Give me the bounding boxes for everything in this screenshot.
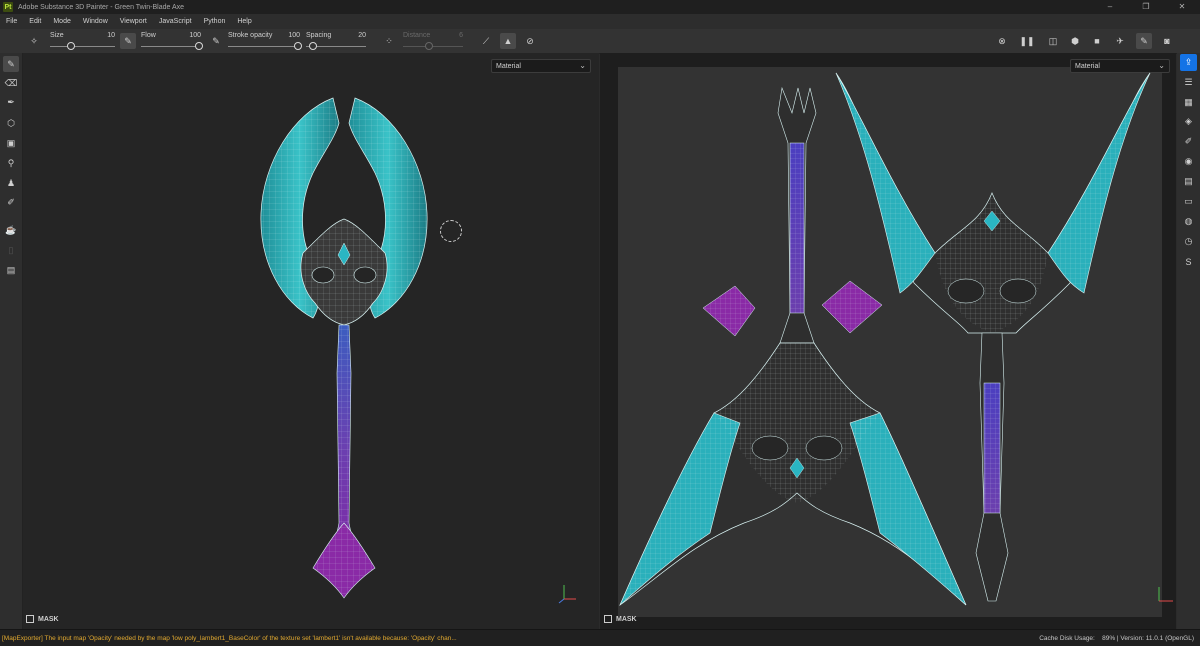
status-info: Cache Disk Usage: 89% | Version: 11.0.1 … [1039, 635, 1194, 642]
screenshot-icon[interactable]: ◙ [1159, 33, 1175, 49]
camera-icon[interactable]: ■ [1089, 33, 1105, 49]
pressure-flow-icon[interactable]: ✎ [208, 33, 224, 49]
menu-edit[interactable]: Edit [23, 18, 47, 25]
viewport-3d-mask-label: MASK [38, 615, 59, 623]
size-slider-track[interactable] [50, 46, 115, 47]
layers-icon[interactable]: ◈ [1180, 113, 1197, 130]
clone-stamp-icon[interactable]: ♟ [3, 175, 19, 191]
size-value[interactable]: 10 [95, 32, 115, 39]
mask-checkbox-icon [604, 615, 612, 623]
minimize-button[interactable]: – [1092, 0, 1128, 14]
display-settings-icon[interactable]: ◉ [1180, 153, 1197, 170]
menu-help[interactable]: Help [231, 18, 257, 25]
viewport-3d[interactable]: Material ⌄ MASK [23, 53, 599, 629]
menu-mode[interactable]: Mode [47, 18, 77, 25]
maximize-button[interactable]: ❐ [1128, 0, 1164, 14]
stroke-opacity-label: Stroke opacity [228, 32, 273, 39]
distance-slider-track [403, 46, 463, 47]
flow-value[interactable]: 100 [180, 32, 201, 39]
substance-icon[interactable]: S [1180, 253, 1197, 270]
backface-culling-icon[interactable]: ⊘ [522, 33, 538, 49]
menu-file[interactable]: File [0, 18, 23, 25]
viewport-2d[interactable]: Material ⌄ MASK [600, 53, 1176, 629]
flow-label: Flow [141, 32, 156, 39]
menu-python[interactable]: Python [198, 18, 232, 25]
flow-slider-track[interactable] [141, 46, 201, 47]
tool-properties-bar: ✧ Size 10 ✎ Flow 100 ✎ Stroke opacity 10… [0, 29, 1200, 54]
cache-version-value: 89% | Version: 11.0.1 (OpenGL) [1102, 634, 1194, 642]
symmetry-icon[interactable]: ✧ [26, 33, 42, 49]
properties-icon[interactable]: ✐ [1180, 133, 1197, 150]
viewport-2d-mask-toggle[interactable]: MASK [604, 615, 637, 623]
mask-checkbox-icon [26, 615, 34, 623]
smudge-icon[interactable]: ⚲ [3, 155, 19, 171]
close-button[interactable]: ✕ [1164, 0, 1200, 14]
lazy-mouse-icon[interactable]: ⁘ [381, 33, 397, 49]
panel-dock-bar: ⇪ ☰ ▦ ◈ ✐ ◉ ▤ ▭ ◍ ◷ S [1177, 53, 1200, 629]
geometry-mask-icon[interactable]: ▣ [3, 135, 19, 151]
stroke-opacity-slider-knob[interactable] [294, 42, 302, 50]
pause-icon[interactable]: ❚❚ [1019, 33, 1035, 49]
render-icon[interactable]: ✈ [1112, 33, 1128, 49]
tool-shelf: ✎ ⌫ ✒ ⬡ ▣ ⚲ ♟ ✐ ☕ ▯ ▤ [0, 53, 23, 629]
size-label: Size [50, 32, 64, 39]
assets-icon[interactable]: ▭ [1180, 193, 1197, 210]
environment-icon[interactable]: ◍ [1180, 213, 1197, 230]
distance-slider-knob [425, 42, 433, 50]
polygon-fill-icon[interactable]: ⬡ [3, 115, 19, 131]
paint-mode-icon[interactable]: ✎ [1136, 33, 1152, 49]
export-icon[interactable]: ⇪ [1180, 54, 1197, 71]
title-bar: Pt Adobe Substance 3D Painter - Green Tw… [0, 0, 1200, 14]
uv-layout [619, 72, 1151, 607]
texture-set-list-icon[interactable]: ▦ [1180, 94, 1197, 111]
viewport-split-icon[interactable]: ◫ [1045, 33, 1061, 49]
window-controls: – ❐ ✕ [1092, 0, 1200, 14]
texture-set-icon[interactable]: ▤ [3, 262, 19, 278]
size-slider-knob[interactable] [67, 42, 75, 50]
viewport-2d-mask-label: MASK [616, 615, 637, 623]
app-logo-icon: Pt [3, 2, 13, 12]
flow-slider-knob[interactable] [195, 42, 203, 50]
menu-viewport[interactable]: Viewport [114, 18, 153, 25]
menu-window[interactable]: Window [77, 18, 114, 25]
disabled-tool-icon: ▯ [8, 244, 14, 255]
axe-3d-model [260, 97, 428, 599]
bake-icon[interactable]: ☕ [3, 222, 19, 238]
paint-brush-icon[interactable]: ✎ [3, 56, 19, 72]
axis-gizmo-icon [558, 585, 576, 604]
pressure-size-icon[interactable]: ✎ [120, 33, 136, 49]
status-bar: [MapExporter] The input map 'Opacity' ne… [0, 629, 1200, 646]
distance-value: 6 [459, 32, 463, 39]
cache-label: Cache Disk Usage: [1039, 634, 1095, 642]
viewer-settings-icon[interactable]: ▤ [1180, 173, 1197, 190]
eraser-icon[interactable]: ⌫ [3, 75, 19, 91]
stroke-opacity-slider-track[interactable] [228, 46, 300, 47]
spacing-value[interactable]: 20 [346, 32, 366, 39]
camera-link-icon[interactable]: ⊗ [994, 33, 1010, 49]
spacing-label: Spacing [306, 32, 332, 39]
fill-projection-icon[interactable]: ▲ [500, 33, 516, 49]
material-picker-icon[interactable]: ✐ [3, 194, 19, 210]
window-title: Adobe Substance 3D Painter - Green Twin-… [18, 3, 185, 11]
menu-javascript[interactable]: JavaScript [153, 18, 198, 25]
status-message[interactable]: [MapExporter] The input map 'Opacity' ne… [2, 635, 457, 642]
stroke-opacity-value[interactable]: 100 [280, 32, 300, 39]
history-icon[interactable]: ◷ [1180, 233, 1197, 250]
brush-cursor [440, 220, 462, 242]
line-mode-icon[interactable]: ⟋ [478, 33, 494, 49]
distance-label: Distance [403, 32, 431, 39]
projection-icon[interactable]: ✒ [3, 94, 19, 110]
viewport-3d-mask-toggle[interactable]: MASK [26, 615, 59, 623]
layers-stack-icon[interactable]: ☰ [1180, 74, 1197, 91]
spacing-slider-knob[interactable] [309, 42, 317, 50]
display-mode-icon[interactable]: ⬢ [1067, 33, 1083, 49]
axis-gizmo-icon [1158, 587, 1173, 602]
menu-bar: File Edit Mode Window Viewport JavaScrip… [0, 14, 1200, 29]
